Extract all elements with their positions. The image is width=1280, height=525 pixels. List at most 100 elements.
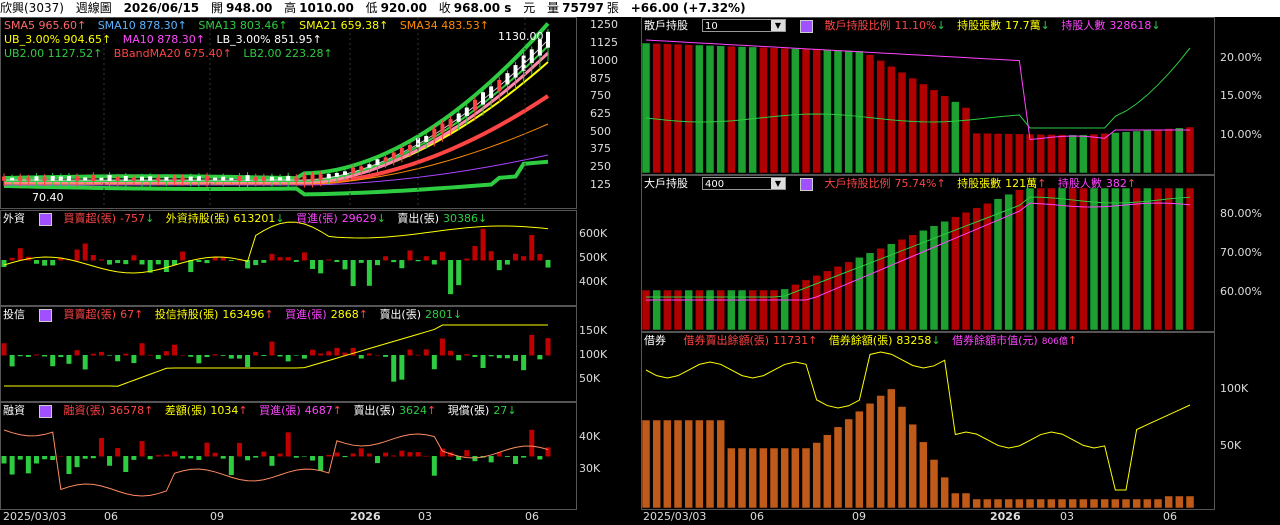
y-tick-label: 50K	[1220, 439, 1242, 452]
retail-header: 散戶持股	[644, 19, 696, 32]
chevron-down-icon[interactable]: ▼	[771, 178, 785, 189]
candle-body	[253, 176, 258, 181]
arrow-down-icon: ↓	[145, 212, 155, 225]
foreign-buy-value: 29629	[341, 212, 377, 225]
y-tick-label: 500K	[579, 251, 608, 264]
y-tick-label: 100K	[579, 348, 608, 361]
retail-ratio-label: 散戶持股比例	[824, 19, 891, 32]
margin-diff-value: 1034	[210, 404, 239, 417]
foreign-sell-value: 30386	[443, 212, 478, 225]
retail-threshold-select[interactable]: 10 ▼	[702, 19, 786, 32]
major-threshold-select[interactable]: 400 ▼	[702, 177, 786, 190]
retail-shares-value: 17.7萬	[1005, 19, 1041, 32]
candle-body	[383, 157, 388, 162]
margin-sell-label: 賣出(張)	[353, 404, 396, 417]
margin-buy-label: 買進(張)	[259, 404, 301, 417]
indicator-bband-ma20: BBandMA20 675.40↑	[113, 47, 232, 60]
margin-panel[interactable]	[0, 402, 577, 510]
y-tick-label: 20.00%	[1220, 51, 1262, 64]
margin-buy-value: 4687	[304, 404, 333, 417]
x-tick-label: 2025/03/03	[643, 510, 707, 523]
price-indicators-row1: SMA5 965.60↑ SMA10 878.30↑ SMA13 803.46↑…	[4, 19, 497, 32]
lending-value-value: 806億	[1041, 337, 1068, 347]
y-tick-label: 1125	[590, 36, 618, 49]
arrow-up-icon: ↑	[238, 404, 248, 417]
settings-icon[interactable]	[39, 308, 52, 322]
candle-body	[448, 119, 453, 128]
y-tick-label: 50K	[579, 372, 601, 385]
y-tick-label: 100K	[1220, 382, 1249, 395]
candle-body	[310, 174, 315, 181]
candle-body	[529, 49, 534, 63]
arrow-down-icon: ↓	[376, 212, 386, 225]
candle-body	[399, 147, 404, 155]
trust-sell-value: 2801	[425, 308, 454, 321]
price-low-mark: 70.40	[32, 191, 64, 204]
candle-body	[156, 177, 161, 181]
y-tick-label: 875	[590, 72, 611, 85]
candle-body	[123, 175, 128, 181]
margin-title: 融資	[3, 404, 25, 417]
candle-body	[58, 176, 63, 181]
x-tick-label: 03	[418, 510, 432, 523]
y-tick-label: 625	[590, 107, 611, 120]
arrow-up-icon: ↑	[1126, 177, 1137, 190]
candle-body	[107, 175, 112, 181]
y-tick-label: 500	[590, 125, 611, 138]
candle-body	[115, 176, 120, 181]
chevron-down-icon[interactable]: ▼	[771, 20, 785, 31]
foreign-net-label: 買賣超(張)	[63, 212, 117, 225]
major-ratio-value: 75.74%	[894, 177, 937, 190]
candle-body	[221, 176, 226, 181]
x-tick-label: 09	[852, 510, 866, 523]
foreign-header: 外資 買賣超(張) -757↓ 外資持股(張) 613201↓ 買進(張) 29629…	[3, 212, 495, 226]
margin-diff-label: 差額(張)	[164, 404, 207, 417]
lending-header: 借券 借券賣出餘額(張) 11731↑ 借券餘額(張) 83258↓ 借券餘額市值(…	[644, 334, 1085, 349]
y-tick-label: 1250	[590, 18, 618, 31]
major-header: 大戶持股	[644, 177, 696, 190]
candle-body	[148, 176, 153, 181]
y-tick-label: 750	[590, 89, 611, 102]
candle-body	[164, 176, 169, 181]
settings-icon[interactable]	[800, 19, 813, 33]
candle-body	[489, 86, 494, 99]
major-title: 大戶持股	[644, 177, 688, 190]
settings-icon[interactable]	[39, 404, 52, 418]
candle-body	[367, 164, 372, 168]
arrow-up-icon: ↑	[936, 177, 946, 190]
arrow-down-icon: ↓	[931, 334, 941, 347]
indicator-ub2: UB2.00 1127.52↑	[4, 47, 103, 60]
lending-balance-value: 83258	[896, 334, 932, 347]
y-tick-label: 15.00%	[1220, 89, 1262, 102]
arrow-up-icon: ↑	[264, 308, 274, 321]
candle-body	[172, 177, 177, 181]
x-tick-label: 2025/03/03	[3, 510, 67, 523]
arrow-up-icon: ↑	[144, 404, 154, 417]
major-stats: 大戶持股比例 75.74%↑ 持股張數 121萬↑ 持股人數 382↑	[800, 177, 1144, 191]
candle-body	[237, 175, 242, 181]
y-tick-label: 10.00%	[1220, 128, 1262, 141]
price-indicators-row2: UB_3.00% 904.65↑ MA10 878.30↑ LB_3.00% 8…	[4, 33, 330, 46]
candle-body	[456, 113, 461, 122]
foreign-title: 外資	[3, 212, 25, 225]
lending-panel[interactable]	[641, 332, 1215, 510]
candle-body	[213, 177, 218, 181]
arrow-down-icon: ↓	[1040, 19, 1050, 32]
settings-icon[interactable]	[800, 177, 813, 191]
y-tick-label: 150K	[579, 324, 608, 337]
foreign-holding-label: 外資持股(張)	[165, 212, 230, 225]
major-panel[interactable]	[641, 175, 1215, 332]
indicator-ma10: MA10 878.30↑	[122, 33, 205, 46]
retail-panel[interactable]	[641, 17, 1215, 175]
lending-value-label: 借券餘額市值(元)	[952, 334, 1038, 347]
candle-body	[42, 177, 47, 181]
candle-body	[513, 65, 518, 78]
indicator-sma10: SMA10 878.30↑	[97, 19, 187, 32]
lending-title: 借券	[644, 334, 666, 347]
candle-body	[481, 92, 486, 105]
settings-icon[interactable]	[39, 212, 52, 226]
indicator-sma21: SMA21 659.38↑	[299, 19, 389, 32]
major-ratio-label: 大戶持股比例	[824, 177, 891, 190]
candle-body	[131, 177, 136, 181]
indicator-ub3: UB_3.00% 904.65↑	[4, 33, 112, 46]
